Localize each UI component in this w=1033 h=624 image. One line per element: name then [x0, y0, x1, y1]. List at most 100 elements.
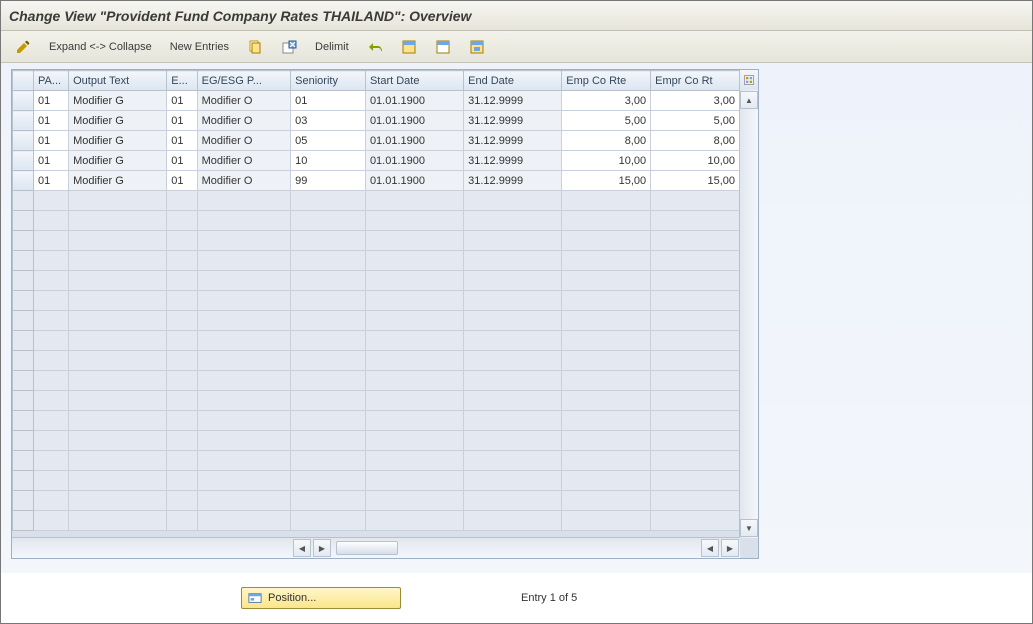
table-row-empty[interactable] — [13, 191, 740, 211]
cell-empty[interactable] — [651, 291, 740, 311]
cell-empty[interactable] — [34, 251, 69, 271]
col-end-date[interactable]: End Date — [464, 71, 562, 91]
cell-empty[interactable] — [464, 511, 562, 531]
cell-empty[interactable] — [197, 251, 291, 271]
table-row-empty[interactable] — [13, 211, 740, 231]
row-selector[interactable] — [13, 131, 34, 151]
cell-empty[interactable] — [69, 271, 167, 291]
table-row-empty[interactable] — [13, 251, 740, 271]
cell-empty[interactable] — [651, 231, 740, 251]
cell-empty[interactable] — [562, 191, 651, 211]
cell-empty[interactable] — [291, 411, 366, 431]
row-selector[interactable] — [13, 91, 34, 111]
cell-seniority[interactable]: 03 — [291, 111, 366, 131]
cell-emp-co-rte[interactable]: 10,00 — [562, 151, 651, 171]
cell-seniority[interactable]: 05 — [291, 131, 366, 151]
cell-empty[interactable] — [365, 211, 463, 231]
cell-start-date[interactable]: 01.01.1900 — [365, 111, 463, 131]
cell-empty[interactable] — [464, 451, 562, 471]
cell-empty[interactable] — [562, 231, 651, 251]
cell-empty[interactable] — [562, 251, 651, 271]
undo-icon[interactable] — [361, 36, 389, 58]
cell-empty[interactable] — [69, 451, 167, 471]
cell-start-date[interactable]: 01.01.1900 — [365, 151, 463, 171]
cell-end-date[interactable]: 31.12.9999 — [464, 91, 562, 111]
data-grid[interactable]: PA... Output Text E... EG/ESG P... Senio… — [12, 70, 740, 538]
cell-empty[interactable] — [562, 411, 651, 431]
hscroll-thumb[interactable] — [336, 541, 398, 555]
deselect-all-icon[interactable] — [429, 36, 457, 58]
row-selector[interactable] — [13, 331, 34, 351]
table-row-empty[interactable] — [13, 471, 740, 491]
table-row-empty[interactable] — [13, 351, 740, 371]
cell-empty[interactable] — [197, 311, 291, 331]
cell-empty[interactable] — [464, 191, 562, 211]
cell-empty[interactable] — [34, 511, 69, 531]
cell-empty[interactable] — [69, 471, 167, 491]
cell-empty[interactable] — [365, 391, 463, 411]
cell-empty[interactable] — [291, 451, 366, 471]
cell-empty[interactable] — [464, 411, 562, 431]
table-row-empty[interactable] — [13, 291, 740, 311]
cell-empty[interactable] — [562, 491, 651, 511]
cell-emp-co-rte[interactable]: 3,00 — [562, 91, 651, 111]
cell-empty[interactable] — [365, 331, 463, 351]
cell-seniority[interactable]: 99 — [291, 171, 366, 191]
cell-empty[interactable] — [464, 311, 562, 331]
cell-empty[interactable] — [291, 471, 366, 491]
cell-empty[interactable] — [69, 431, 167, 451]
table-row-empty[interactable] — [13, 391, 740, 411]
cell-empty[interactable] — [34, 231, 69, 251]
cell-empty[interactable] — [651, 511, 740, 531]
cell-empty[interactable] — [651, 451, 740, 471]
cell-empty[interactable] — [291, 211, 366, 231]
cell-empty[interactable] — [365, 231, 463, 251]
row-selector[interactable] — [13, 171, 34, 191]
cell-emp-co-rte[interactable]: 15,00 — [562, 171, 651, 191]
cell-empty[interactable] — [167, 351, 197, 371]
cell-empty[interactable] — [562, 431, 651, 451]
cell-empty[interactable] — [651, 331, 740, 351]
cell-empty[interactable] — [651, 391, 740, 411]
cell-empty[interactable] — [34, 311, 69, 331]
col-empr-co-rt[interactable]: Empr Co Rt — [651, 71, 740, 91]
cell-empty[interactable] — [197, 511, 291, 531]
cell-empty[interactable] — [651, 431, 740, 451]
row-selector[interactable] — [13, 251, 34, 271]
cell-empty[interactable] — [562, 511, 651, 531]
cell-emp-co-rte[interactable]: 5,00 — [562, 111, 651, 131]
row-selector[interactable] — [13, 391, 34, 411]
cell-empty[interactable] — [562, 351, 651, 371]
cell-empty[interactable] — [291, 251, 366, 271]
delimit-button[interactable]: Delimit — [309, 36, 355, 58]
table-row-empty[interactable] — [13, 411, 740, 431]
col-output-text[interactable]: Output Text — [69, 71, 167, 91]
cell-empty[interactable] — [291, 391, 366, 411]
cell-empty[interactable] — [34, 191, 69, 211]
cell-empty[interactable] — [464, 471, 562, 491]
cell-empty[interactable] — [34, 271, 69, 291]
cell-empty[interactable] — [365, 251, 463, 271]
cell-e[interactable]: 01 — [167, 111, 197, 131]
cell-empty[interactable] — [34, 411, 69, 431]
config-icon[interactable] — [463, 36, 491, 58]
cell-empty[interactable] — [365, 271, 463, 291]
table-row[interactable]: 01Modifier G01Modifier O0101.01.190031.1… — [13, 91, 740, 111]
cell-empty[interactable] — [291, 371, 366, 391]
cell-empty[interactable] — [167, 211, 197, 231]
cell-empty[interactable] — [69, 231, 167, 251]
cell-empty[interactable] — [197, 371, 291, 391]
cell-empty[interactable] — [69, 511, 167, 531]
col-rowsel[interactable] — [13, 71, 34, 91]
cell-empty[interactable] — [34, 451, 69, 471]
cell-empty[interactable] — [651, 491, 740, 511]
row-selector[interactable] — [13, 291, 34, 311]
cell-empty[interactable] — [562, 331, 651, 351]
cell-empty[interactable] — [167, 371, 197, 391]
cell-empty[interactable] — [562, 291, 651, 311]
row-selector[interactable] — [13, 151, 34, 171]
col-seniority[interactable]: Seniority — [291, 71, 366, 91]
cell-pa[interactable]: 01 — [34, 91, 69, 111]
cell-start-date[interactable]: 01.01.1900 — [365, 131, 463, 151]
cell-start-date[interactable]: 01.01.1900 — [365, 91, 463, 111]
